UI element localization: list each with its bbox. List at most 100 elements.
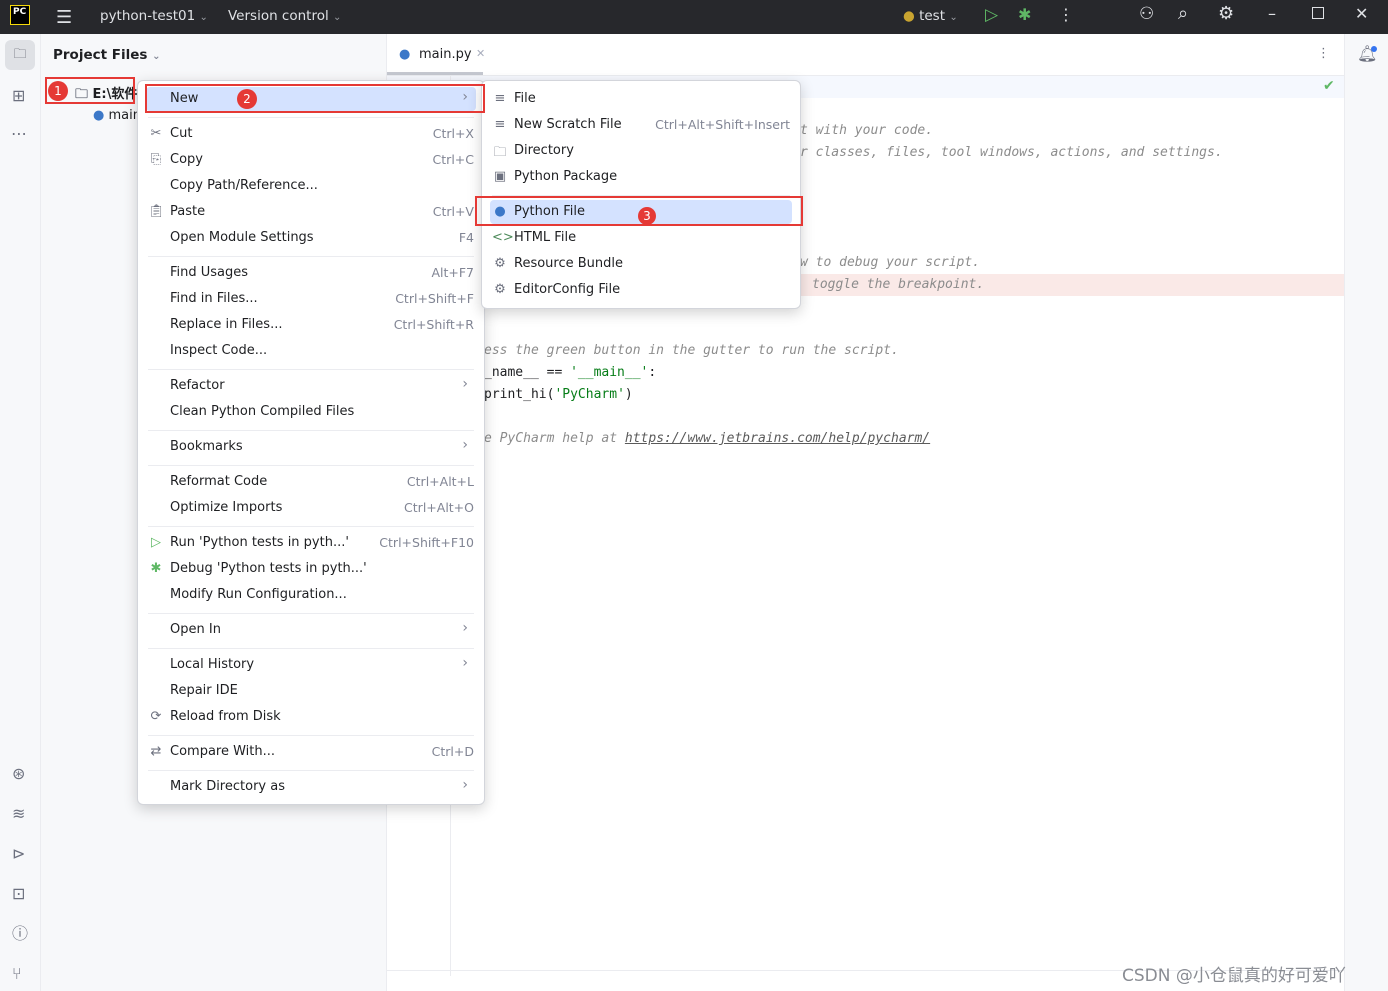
code-line: e PyCharm help at https://www.jetbrains.… <box>484 431 930 446</box>
submenu-item-file[interactable]: ≡ File <box>490 87 792 111</box>
submenu-item-directory[interactable]: 🗀 Directory <box>490 139 792 163</box>
project-tool-icon[interactable]: 🗀 <box>5 40 35 70</box>
menu-item-paste[interactable]: 📋︎ Paste Ctrl+V <box>146 200 476 224</box>
services-icon[interactable]: ⊳ <box>12 846 25 862</box>
shortcut-label: Ctrl+Shift+F10 <box>379 535 474 550</box>
menu-item-bookmarks[interactable]: Bookmarks › <box>146 435 476 459</box>
menu-item-open-module-settings[interactable]: Open Module Settings F4 <box>146 226 476 250</box>
menu-item-local-history[interactable]: Local History › <box>146 653 476 677</box>
menu-item-optimize-imports[interactable]: Optimize Imports Ctrl+Alt+O <box>146 496 476 520</box>
search-icon[interactable]: ⌕ <box>1178 3 1188 24</box>
html-icon: <> <box>492 230 514 245</box>
menu-item-find-usages[interactable]: Find Usages Alt+F7 <box>146 261 476 285</box>
menu-item-debug-python-tests-in-pyth[interactable]: ✱ Debug 'Python tests in pyth...' <box>146 557 476 581</box>
project-switcher[interactable]: python-test01 ⌄ <box>100 8 208 24</box>
problems-icon[interactable]: ⓘ <box>12 926 28 942</box>
structure-icon[interactable]: ⊞ <box>12 88 25 104</box>
pycharm-logo[interactable]: PC <box>10 5 30 25</box>
code-text: e PyCharm help at <box>484 431 625 446</box>
debug-icon: ✱ <box>150 561 162 576</box>
minimize-button[interactable]: – <box>1268 4 1276 23</box>
menu-separator <box>148 116 474 118</box>
menu-item-label: Bookmarks <box>170 439 243 454</box>
debug-icon[interactable]: ✱ <box>1018 5 1031 24</box>
project-panel-title[interactable]: Project Files ⌄ <box>53 47 161 63</box>
more-tools-icon[interactable]: ⋯ <box>11 126 27 142</box>
menu-item-clean-python-compiled-files[interactable]: Clean Python Compiled Files <box>146 400 476 424</box>
editor-tab-main[interactable]: ● main.py ✕ <box>387 34 485 75</box>
left-tool-strip: 🗀 ⊞ ⋯ ⊛ ≋ ⊳ ⊡ ⓘ ⑂ <box>0 34 41 991</box>
package-icon: ▣ <box>493 169 507 184</box>
terminal-icon[interactable]: ⊡ <box>12 886 25 902</box>
reload-icon: ⟳ <box>150 709 162 724</box>
tab-options-icon[interactable]: ⋮ <box>1317 46 1330 61</box>
menu-item-inspect-code[interactable]: Inspect Code... <box>146 339 476 363</box>
code-line: r classes, files, tool windows, actions,… <box>800 145 1223 160</box>
help-link[interactable]: https://www.jetbrains.com/help/pycharm/ <box>625 431 930 446</box>
shortcut-label: Ctrl+Alt+L <box>406 474 474 489</box>
submenu-item-html-file[interactable]: <> HTML File <box>490 226 792 250</box>
menu-item-mark-directory-as[interactable]: Mark Directory as › <box>146 775 476 799</box>
menu-item-run-python-tests-in-pyth[interactable]: ▷ Run 'Python tests in pyth...' Ctrl+Shift… <box>146 531 476 555</box>
menu-item-label: Open Module Settings <box>170 230 314 245</box>
annotation-badge-2: 2 <box>237 89 257 109</box>
run-icon[interactable]: ▷ <box>985 5 998 25</box>
submenu-item-editorconfig-file[interactable]: ⚙ EditorConfig File <box>490 278 792 302</box>
menu-item-label: Python Package <box>514 169 618 184</box>
menu-item-cut[interactable]: ✂ Cut Ctrl+X <box>146 122 476 146</box>
annotation-badge-3: 3 <box>638 207 656 225</box>
submenu-item-resource-bundle[interactable]: ⚙ Resource Bundle <box>490 252 792 276</box>
menu-item-open-in[interactable]: Open In › <box>146 618 476 642</box>
main-menu-icon[interactable]: ☰ <box>56 7 72 28</box>
menu-item-reformat-code[interactable]: Reformat Code Ctrl+Alt+L <box>146 470 476 494</box>
menu-item-find-in-files[interactable]: Find in Files... Ctrl+Shift+F <box>146 287 476 311</box>
chevron-right-icon: › <box>462 376 468 392</box>
layers-icon[interactable]: ≋ <box>12 806 25 822</box>
gear-icon: ⚙ <box>494 256 506 271</box>
menu-item-label: Compare With... <box>170 744 276 759</box>
git-icon[interactable]: ⑂ <box>12 966 22 982</box>
menu-item-label: EditorConfig File <box>514 282 621 297</box>
python-console-icon[interactable]: ⊛ <box>12 766 25 782</box>
close-button[interactable]: ✕ <box>1355 4 1368 23</box>
tree-file-main[interactable]: ● main <box>93 108 141 123</box>
menu-item-reload-from-disk[interactable]: ⟳ Reload from Disk <box>146 705 476 729</box>
vcs-menu[interactable]: Version control ⌄ <box>228 8 341 24</box>
menu-item-label: Find in Files... <box>170 291 258 306</box>
menu-item-modify-run-configuration[interactable]: Modify Run Configuration... <box>146 583 476 607</box>
more-icon[interactable]: ⋮ <box>1058 5 1074 24</box>
shortcut-label: Ctrl+Alt+Shift+Insert <box>655 117 790 132</box>
menu-item-label: File <box>514 91 536 106</box>
menu-separator <box>148 464 474 466</box>
menu-item-replace-in-files[interactable]: Replace in Files... Ctrl+Shift+R <box>146 313 476 337</box>
menu-item-refactor[interactable]: Refactor › <box>146 374 476 398</box>
menu-item-label: Mark Directory as <box>170 779 285 794</box>
annotation-box-2 <box>145 84 485 113</box>
menu-item-label: Run 'Python tests in pyth...' <box>170 535 349 550</box>
chevron-right-icon: › <box>462 437 468 453</box>
code-text: w to debug your script. <box>800 255 981 270</box>
run-icon: ▷ <box>151 535 161 550</box>
menu-item-copy[interactable]: ⎘ Copy Ctrl+C <box>146 148 476 172</box>
shortcut-label: Alt+F7 <box>431 265 474 280</box>
settings-icon[interactable]: ⚙ <box>1218 3 1234 24</box>
menu-item-label: Copy Path/Reference... <box>170 178 318 193</box>
right-tool-strip: 🔔︎ <box>1344 34 1388 991</box>
close-tab-icon[interactable]: ✕ <box>476 47 485 60</box>
code-line: t with your code. <box>800 123 933 138</box>
run-config-selector[interactable]: ● test ⌄ <box>903 8 958 24</box>
code-text: toggle the breakpoint. <box>812 277 985 292</box>
menu-item-copy-path-reference[interactable]: Copy Path/Reference... <box>146 174 476 198</box>
maximize-button[interactable] <box>1312 7 1324 19</box>
python-file-icon: ● <box>399 47 411 62</box>
menu-separator <box>148 255 474 257</box>
code-line: toggle the breakpoint. <box>812 277 984 292</box>
add-user-icon[interactable]: ⚇ <box>1139 4 1154 24</box>
vcs-label: Version control <box>228 8 329 24</box>
code-text: r classes, files, tool windows, actions,… <box>800 145 1223 160</box>
tab-label: main.py <box>419 47 472 62</box>
submenu-item-new-scratch-file[interactable]: ≡ New Scratch File Ctrl+Alt+Shift+Insert <box>490 113 792 137</box>
menu-item-compare-with[interactable]: ⇄ Compare With... Ctrl+D <box>146 740 476 764</box>
menu-item-repair-ide[interactable]: Repair IDE <box>146 679 476 703</box>
submenu-item-python-package[interactable]: ▣ Python Package <box>490 165 792 189</box>
